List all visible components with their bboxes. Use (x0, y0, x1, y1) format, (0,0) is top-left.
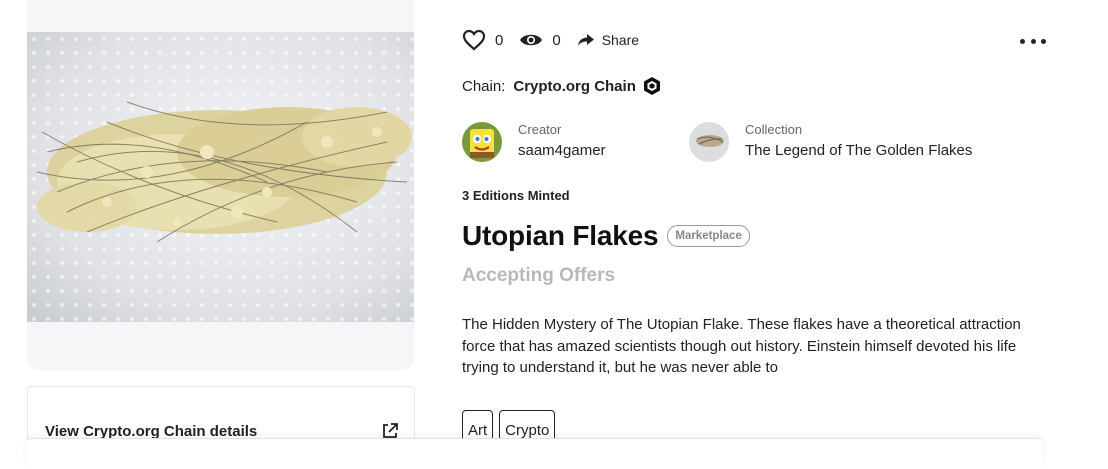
like-count: 0 (495, 31, 504, 49)
view-count: 0 (552, 31, 561, 49)
bottom-sticky-panel (27, 438, 1042, 469)
collection-role: Collection (745, 122, 803, 137)
nft-description: The Hidden Mystery of The Utopian Flake.… (462, 316, 1021, 376)
offer-status: Accepting Offers (462, 265, 616, 286)
like-button[interactable]: 0 (462, 29, 503, 51)
chain-row: Chain: Crypto.org Chain (462, 76, 661, 96)
share-button[interactable]: Share (577, 32, 639, 48)
chain-value: Crypto.org Chain (513, 77, 636, 95)
creator-block[interactable]: Creator saam4gamer (462, 121, 606, 162)
view-count-display: 0 (519, 31, 561, 49)
eye-icon (520, 34, 543, 46)
share-label: Share (601, 32, 640, 48)
creator-role: Creator (518, 122, 562, 137)
action-bar: 0 0 Share (462, 27, 655, 53)
heart-icon (462, 29, 486, 51)
nft-title: Utopian Flakes (462, 220, 659, 251)
creator-name[interactable]: saam4gamer (518, 140, 606, 162)
collection-block[interactable]: Collection The Legend of The Golden Flak… (689, 121, 972, 162)
collection-name[interactable]: The Legend of The Golden Flakes (745, 140, 972, 162)
creator-avatar[interactable] (462, 121, 502, 162)
nft-artwork-image[interactable] (27, 32, 414, 322)
cronos-hexagon-icon (643, 77, 660, 95)
collection-avatar[interactable] (689, 121, 729, 162)
share-arrow-icon (577, 34, 594, 46)
chain-label: Chain: (462, 77, 506, 95)
editions-minted: 3 Editions Minted (462, 188, 570, 203)
marketplace-badge: Marketplace (667, 225, 750, 247)
more-options-icon[interactable] (1020, 36, 1046, 46)
title-row: Utopian Flakes Marketplace (462, 220, 750, 252)
